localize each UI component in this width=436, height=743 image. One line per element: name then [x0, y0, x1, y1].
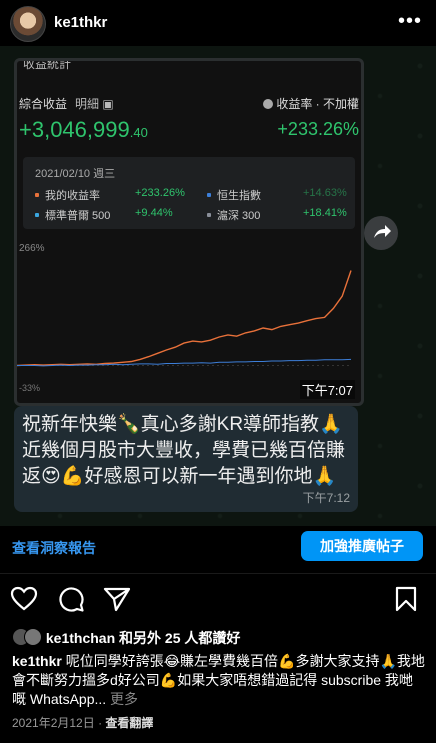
screenshot-time: 下午7:07: [299, 380, 355, 399]
heart-icon[interactable]: [10, 586, 38, 612]
legend-item-csi300: 滬深 300: [207, 207, 260, 223]
legend-swatch: [35, 193, 39, 197]
username[interactable]: ke1thkr: [54, 14, 107, 31]
earnings-screenshot: 收益統計 綜合收益 明細 ▣ 收益率 · 不加權 +3,046,999.40 +…: [14, 58, 364, 406]
y-axis-min-label: -33%: [19, 383, 40, 393]
total-return-pct: +233.26%: [277, 119, 359, 139]
divider: [0, 573, 436, 574]
info-icon: [263, 99, 274, 109]
likes-text: ke1thchan 和另外 25 人都讚好: [45, 630, 241, 646]
post-caption: ke1thkr 呢位同學好誇張😂賺左學費幾百倍💪多謝大家支持🙏我地會不斷努力搵多…: [12, 652, 426, 709]
post-meta: 2021年2月12日 · 查看翻譯: [12, 714, 153, 731]
return-chart: -33%: [17, 270, 352, 393]
send-icon[interactable]: [103, 586, 131, 612]
likes-summary[interactable]: ke1thchan 和另外 25 人都讚好: [12, 628, 240, 648]
total-earnings: +3,046,999.40: [19, 117, 148, 142]
legend-item-my-return: 我的收益率: [35, 187, 100, 203]
comment-icon[interactable]: [57, 585, 85, 613]
post-image[interactable]: 收益統計 綜合收益 明細 ▣ 收益率 · 不加權 +3,046,999.40 +…: [0, 46, 436, 526]
legend-value: +233.26%: [135, 187, 185, 199]
view-insights-link[interactable]: 查看洞察報告: [12, 538, 96, 558]
chat-message-text: 祝新年快樂🍾真心多謝KR導師指教🙏近幾個月股市大豐收，學費已幾百倍賺返😍💪好感恩…: [22, 414, 346, 487]
more-icon[interactable]: •••: [398, 10, 422, 33]
detail-label: 明細 ▣: [75, 97, 114, 111]
legend-value: +9.44%: [135, 207, 173, 219]
bookmark-icon[interactable]: [394, 586, 418, 612]
caption-more-link[interactable]: 更多: [110, 691, 138, 707]
boost-post-button[interactable]: 加強推廣帖子: [301, 531, 423, 561]
caption-text: 呢位同學好誇張😂賺左學費幾百倍💪多謝大家支持🙏我地會不斷努力搵多d好公司💪如果大…: [12, 653, 425, 707]
legend-date: 2021/02/10 週三: [35, 168, 116, 180]
chat-message-time: 下午7:12: [302, 491, 350, 505]
liker-avatar: [24, 628, 42, 646]
combined-label: 綜合收益: [19, 97, 68, 111]
legend-swatch: [207, 193, 211, 197]
legend-value: +18.41%: [303, 207, 347, 219]
see-translation-link[interactable]: 查看翻譯: [105, 716, 153, 730]
legend-item-hsi: 恒生指數: [207, 187, 261, 203]
avatar[interactable]: [10, 6, 46, 42]
screenshot-title: 收益統計: [23, 58, 72, 71]
legend-item-sp500: 標準普爾 500: [35, 207, 110, 223]
legend-value: +14.63%: [303, 187, 347, 199]
series-line-1: [17, 358, 352, 367]
post-header: ke1thkr •••: [0, 0, 436, 46]
share-arrow-icon: [374, 225, 391, 238]
chat-message-bubble: 祝新年快樂🍾真心多謝KR導師指教🙏近幾個月股市大豐收，學費已幾百倍賺返😍💪好感恩…: [14, 406, 358, 512]
rate-label: 收益率 · 不加權: [263, 95, 359, 112]
caption-username[interactable]: ke1thkr: [12, 653, 62, 669]
legend-swatch: [35, 213, 39, 217]
series-line-0: [17, 270, 352, 367]
legend-swatch: [207, 213, 211, 217]
legend-box: 2021/02/10 週三 我的收益率 +233.26% 恒生指數 +14.63…: [23, 157, 355, 229]
post-date: 2021年2月12日: [12, 716, 95, 730]
meta-separator: ·: [98, 716, 103, 730]
share-icon[interactable]: [364, 216, 398, 250]
